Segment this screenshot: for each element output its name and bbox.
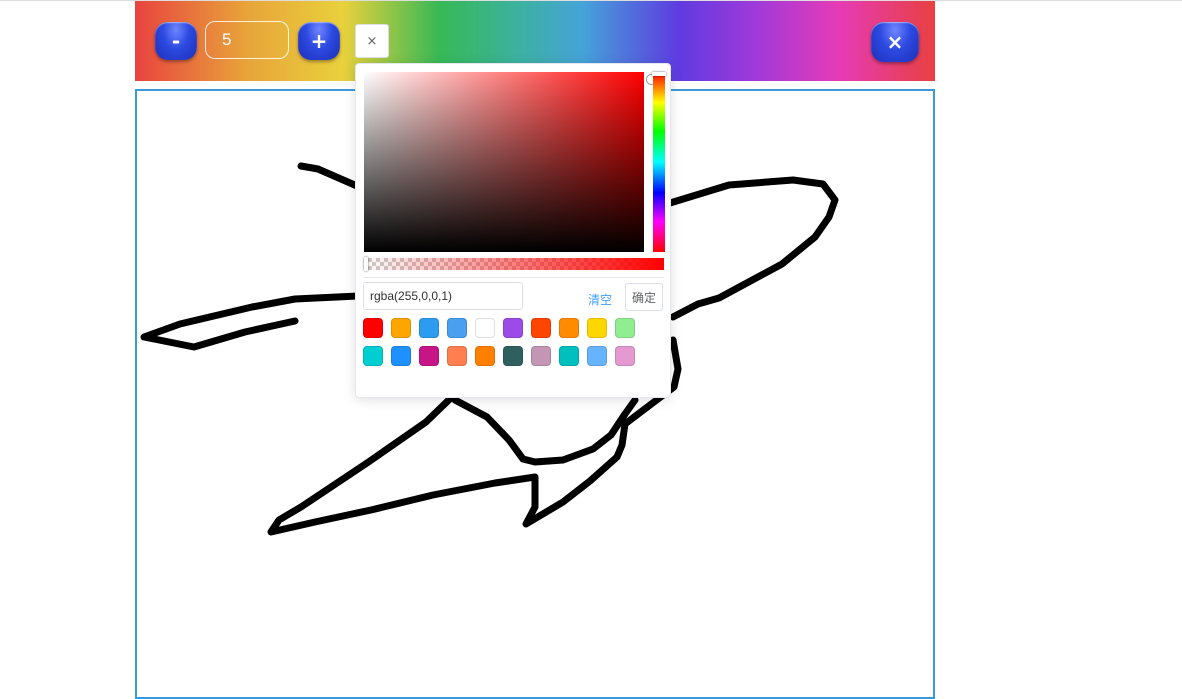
color-swatch[interactable] [475,318,495,338]
color-picker-trigger[interactable]: × [355,24,389,58]
close-icon: × [366,33,378,49]
color-swatch[interactable] [531,318,551,338]
close-button[interactable]: × [871,22,919,62]
color-swatch[interactable] [391,318,411,338]
color-swatch[interactable] [419,346,439,366]
color-swatch[interactable] [447,318,467,338]
color-swatch[interactable] [531,346,551,366]
color-swatch[interactable] [475,346,495,366]
color-swatch[interactable] [363,346,383,366]
clear-button[interactable]: 清空 [588,291,612,308]
color-swatch[interactable] [615,318,635,338]
decrease-size-button[interactable]: - [155,22,197,60]
color-swatch[interactable] [587,346,607,366]
color-swatch[interactable] [503,318,523,338]
color-swatch[interactable] [447,346,467,366]
color-swatch[interactable] [363,318,383,338]
hue-slider-thumb[interactable] [652,72,666,76]
hue-slider[interactable] [652,72,666,252]
color-swatch[interactable] [391,346,411,366]
color-swatch[interactable] [419,318,439,338]
increase-size-button[interactable]: + [298,22,340,60]
color-swatch[interactable] [615,346,635,366]
color-swatch[interactable] [559,318,579,338]
color-swatch[interactable] [559,346,579,366]
picker-divider [364,277,664,278]
saturation-value-panel[interactable] [364,72,656,252]
color-picker-dropdown: 清空 确定 [355,63,671,398]
color-value-input[interactable] [363,282,523,310]
alpha-slider-thumb[interactable] [364,257,368,271]
brush-size-input[interactable] [205,21,289,59]
color-swatch[interactable] [587,318,607,338]
confirm-button[interactable]: 确定 [625,283,663,311]
alpha-slider[interactable] [364,257,664,271]
color-swatch[interactable] [503,346,523,366]
